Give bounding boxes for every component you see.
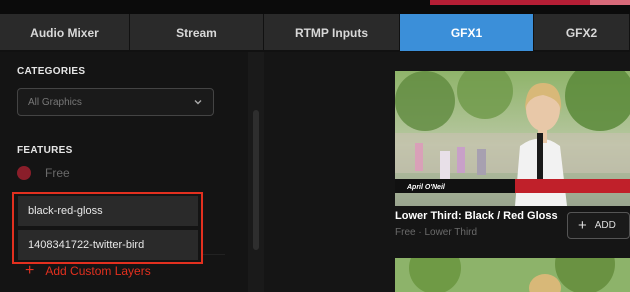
- gfx-preview-image: April O'Neil: [395, 71, 630, 206]
- gfx-thumbnail-2[interactable]: [395, 258, 630, 292]
- feature-free-checkbox[interactable]: Free: [17, 166, 70, 180]
- lower-third-name: April O'Neil: [406, 184, 446, 191]
- top-accent-2: [590, 0, 630, 5]
- add-gfx-label: ADD: [594, 220, 616, 231]
- features-title: FEATURES: [17, 145, 73, 156]
- checkbox-icon: [17, 166, 31, 180]
- categories-title: CATEGORIES: [17, 66, 86, 77]
- chevron-down-icon: [194, 100, 202, 105]
- gfx-card-subtitle: Free · Lower Third: [395, 227, 478, 238]
- sidebar-scrollbar[interactable]: [253, 110, 259, 250]
- tab-bar: Audio Mixer Stream RTMP Inputs GFX1 GFX2: [0, 14, 630, 51]
- gfx-card-title: Lower Third: Black / Red Gloss: [395, 210, 558, 222]
- categories-select-value: All Graphics: [28, 96, 82, 108]
- tab-audio-mixer[interactable]: Audio Mixer: [0, 14, 130, 51]
- categories-select[interactable]: All Graphics: [17, 88, 214, 116]
- add-custom-layers-label: Add Custom Layers: [45, 264, 151, 278]
- feature-label: Free: [45, 166, 70, 180]
- divider: [203, 254, 225, 255]
- top-strip: [0, 0, 630, 14]
- tab-gfx1[interactable]: GFX1: [400, 14, 534, 51]
- add-gfx-button[interactable]: + ADD: [567, 212, 630, 239]
- tab-stream[interactable]: Stream: [130, 14, 264, 51]
- tab-rtmp-inputs[interactable]: RTMP Inputs: [264, 14, 400, 51]
- tab-gfx2[interactable]: GFX2: [534, 14, 630, 51]
- plus-icon: +: [578, 217, 587, 234]
- gfx-preview-image-2: [395, 258, 630, 292]
- plus-icon: +: [25, 262, 35, 279]
- add-custom-layers-button[interactable]: + Add Custom Layers: [25, 262, 151, 279]
- highlight-box: [12, 192, 203, 264]
- gfx-thumbnail[interactable]: April O'Neil: [395, 71, 630, 206]
